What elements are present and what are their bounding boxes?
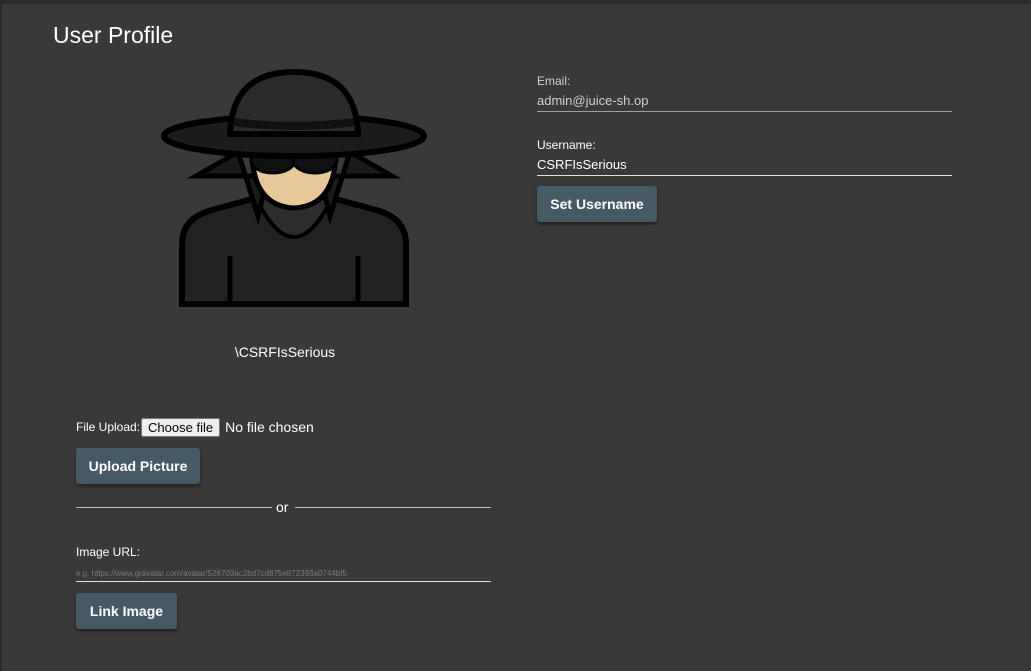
- username-field[interactable]: Username: CSRFIsSerious: [537, 138, 952, 176]
- file-status-text: No file chosen: [225, 419, 314, 435]
- email-value: admin@juice-sh.op: [537, 93, 952, 112]
- username-label: Username:: [537, 138, 596, 152]
- profile-card: User Profile \CSRFIsSerious File Upload:…: [2, 4, 1031, 671]
- upload-picture-button[interactable]: Upload Picture: [76, 448, 200, 484]
- spy-avatar-icon: [161, 68, 427, 307]
- link-image-button[interactable]: Link Image: [76, 593, 177, 629]
- image-url-label: Image URL:: [76, 545, 141, 559]
- page-title: User Profile: [53, 22, 174, 48]
- image-url-input[interactable]: e.g. https://www.gravatar.com/avatar/526…: [76, 569, 491, 582]
- image-url-field[interactable]: Image URL: e.g. https://www.gravatar.com…: [76, 545, 491, 582]
- email-label: Email:: [537, 74, 571, 88]
- set-username-button[interactable]: Set Username: [537, 186, 657, 222]
- divider-right: [295, 507, 491, 508]
- email-field: Email: admin@juice-sh.op: [537, 74, 952, 112]
- username-input[interactable]: CSRFIsSerious: [537, 157, 952, 176]
- profile-username: \CSRFIsSerious: [234, 344, 336, 360]
- divider-left: [76, 507, 272, 508]
- file-upload-label: File Upload:: [76, 420, 141, 434]
- file-upload-row: File Upload: Choose file No file chosen: [76, 416, 314, 438]
- divider-or-text: or: [276, 499, 289, 515]
- choose-file-button[interactable]: Choose file: [141, 417, 221, 437]
